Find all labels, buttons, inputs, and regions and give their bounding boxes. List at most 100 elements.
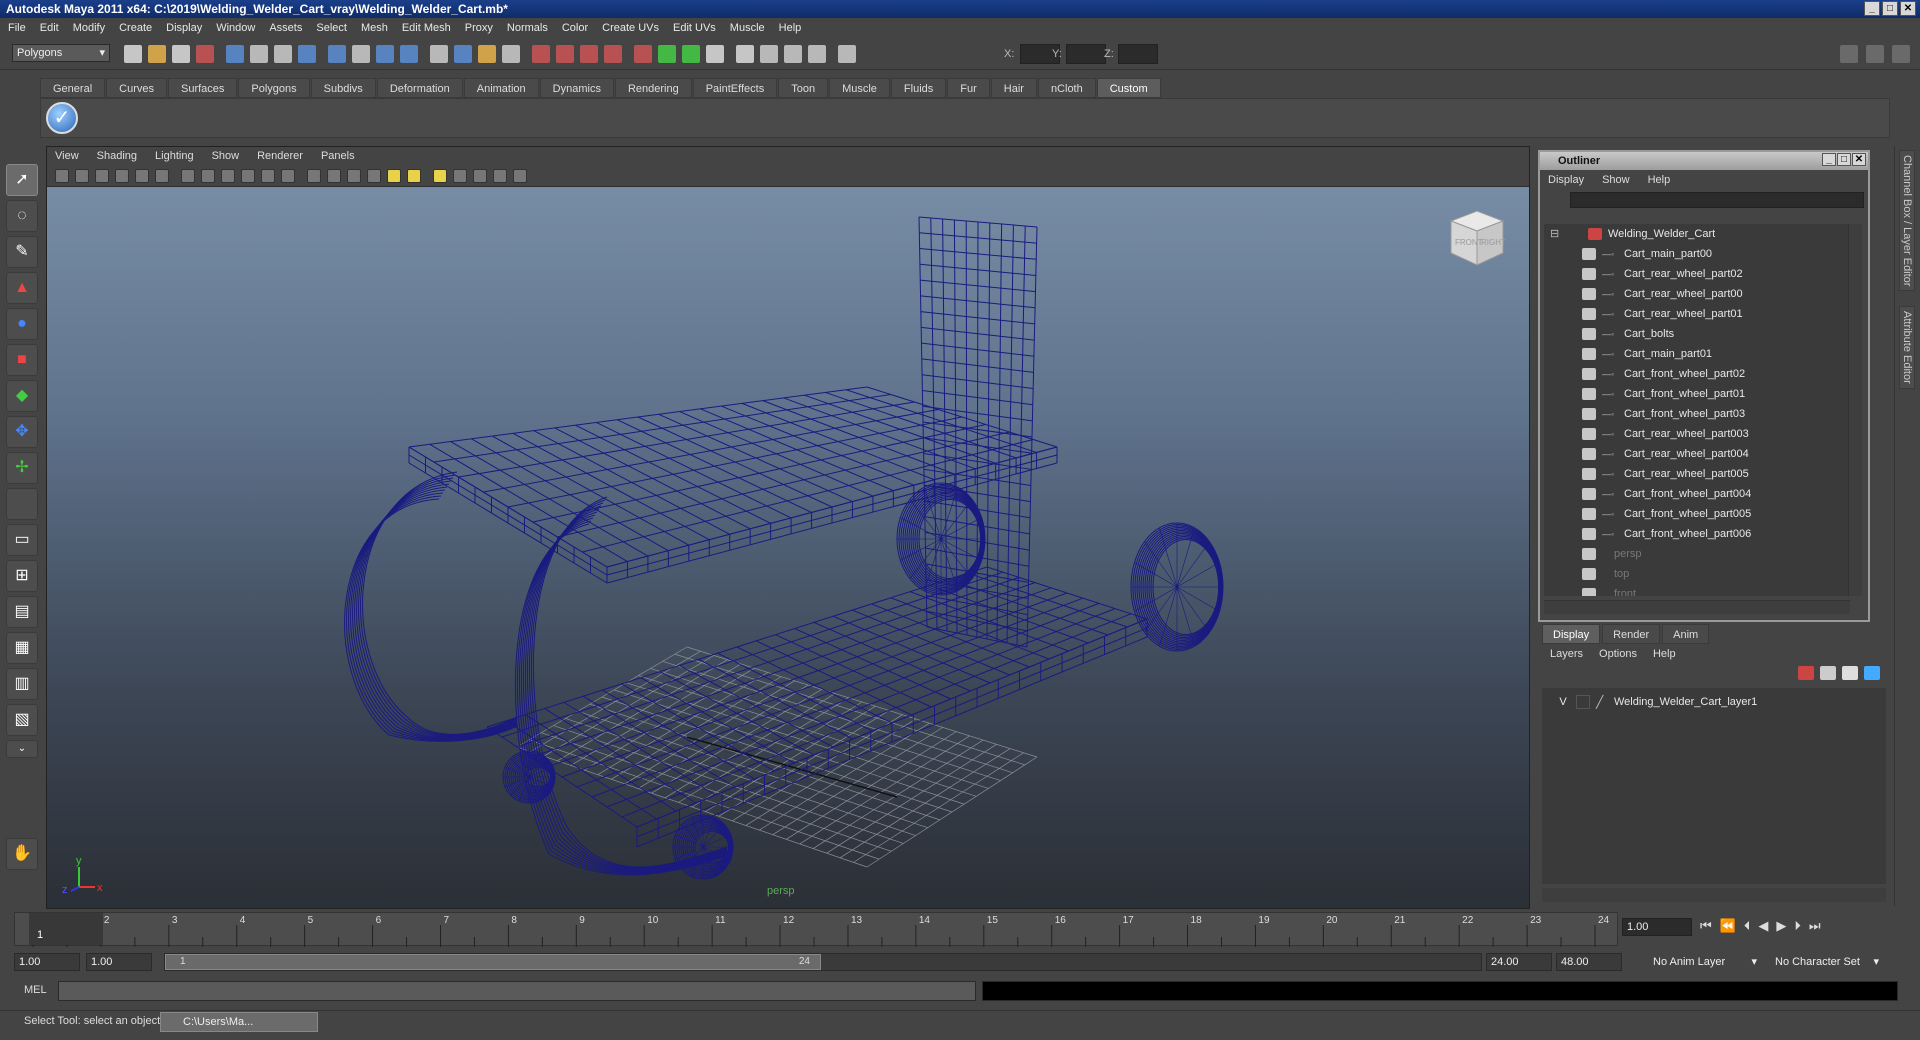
outliner-vertical-scrollbar[interactable] <box>1848 224 1862 596</box>
render-settings-icon[interactable] <box>580 45 598 63</box>
minimize-button[interactable]: _ <box>1864 1 1880 16</box>
layer-row[interactable]: V ╱ Welding_Welder_Cart_layer1 <box>1546 692 1882 712</box>
hypershade-icon[interactable] <box>604 45 622 63</box>
menu-modify[interactable]: Modify <box>73 22 105 34</box>
menu-color[interactable]: Color <box>562 22 588 34</box>
soft-mod-tool-icon[interactable]: ✥ <box>6 416 38 448</box>
select-component-icon[interactable] <box>250 45 268 63</box>
go-to-start-icon[interactable]: ⏮ <box>1700 918 1712 938</box>
outliner-child-item[interactable]: —◦ Cart_main_part01 <box>1544 344 1850 364</box>
snap-plane-icon[interactable] <box>376 45 394 63</box>
snap-point-icon[interactable] <box>352 45 370 63</box>
step-forward-frame-icon[interactable]: ⏵ <box>1794 918 1801 938</box>
dope-sheet-icon[interactable] <box>736 45 754 63</box>
playback-start-field[interactable]: 1.00 <box>86 953 152 971</box>
outliner-camera-item[interactable]: front <box>1544 584 1850 596</box>
menu-create-uvs[interactable]: Create UVs <box>602 22 659 34</box>
outliner-menu-display[interactable]: Display <box>1548 170 1584 190</box>
shade-wire-icon[interactable] <box>347 169 361 183</box>
outliner-close-button[interactable]: ✕ <box>1852 153 1866 166</box>
outliner-child-item[interactable]: —◦ Cart_front_wheel_part005 <box>1544 504 1850 524</box>
grid-icon[interactable] <box>181 169 195 183</box>
textured-icon[interactable] <box>367 169 381 183</box>
viewport-menu-view[interactable]: View <box>55 147 79 165</box>
hypergraph-icon[interactable] <box>658 45 676 63</box>
outliner-child-item[interactable]: —◦ Cart_rear_wheel_part003 <box>1544 424 1850 444</box>
outliner-child-item[interactable]: —◦ Cart_front_wheel_part004 <box>1544 484 1850 504</box>
shelf-tab-subdivs[interactable]: Subdivs <box>310 78 376 98</box>
shelf-tab-muscle[interactable]: Muscle <box>829 78 890 98</box>
viewport-menu-lighting[interactable]: Lighting <box>155 147 194 165</box>
outliner-minimize-button[interactable]: _ <box>1822 153 1836 166</box>
gate-mask-icon[interactable] <box>241 169 255 183</box>
open-scene-icon[interactable] <box>148 45 166 63</box>
rotate-tool-icon[interactable]: ● <box>6 308 38 340</box>
layer-visibility-toggle[interactable]: V <box>1556 692 1570 712</box>
outliner-maximize-button[interactable]: □ <box>1837 153 1851 166</box>
hypershade-layout-icon[interactable]: ▥ <box>6 668 38 700</box>
outliner-icon[interactable] <box>682 45 700 63</box>
layer-tab-display[interactable]: Display <box>1542 624 1601 644</box>
anim-layer-dropdown[interactable]: No Anim Layer ▾ <box>1648 953 1760 971</box>
shelf-tab-polygons[interactable]: Polygons <box>238 78 310 98</box>
menu-file[interactable]: File <box>8 22 26 34</box>
outliner-child-item[interactable]: —◦ Cart_rear_wheel_part01 <box>1544 304 1850 324</box>
range-bar[interactable]: 1 24 <box>164 953 1482 971</box>
shelf-tab-rendering[interactable]: Rendering <box>614 78 692 98</box>
layer-horizontal-scrollbar[interactable] <box>1542 888 1886 902</box>
resolution-gate-icon[interactable] <box>221 169 235 183</box>
z-coord-field[interactable] <box>1118 44 1158 64</box>
step-back-key-icon[interactable]: ⏪ <box>1720 918 1736 938</box>
outliner-menu-help[interactable]: Help <box>1648 170 1671 190</box>
collapse-icon[interactable]: ⊟ <box>1550 224 1559 244</box>
menu-assets[interactable]: Assets <box>269 22 302 34</box>
current-frame-field[interactable]: 1.00 <box>1622 918 1692 936</box>
lights-selected-icon[interactable] <box>433 169 447 183</box>
safe-action-icon[interactable] <box>281 169 295 183</box>
shelf-tab-surfaces[interactable]: Surfaces <box>167 78 238 98</box>
mel-label[interactable]: MEL <box>24 984 47 996</box>
outliner-filter-field[interactable] <box>1570 192 1864 208</box>
input-ops-icon[interactable] <box>454 45 472 63</box>
menu-normals[interactable]: Normals <box>507 22 548 34</box>
menu-set-dropdown[interactable]: Polygons ▾ <box>12 44 110 62</box>
outliner-horizontal-scrollbar[interactable] <box>1544 600 1850 614</box>
snap-curve-icon[interactable] <box>328 45 346 63</box>
close-button[interactable]: ✕ <box>1900 1 1916 16</box>
outliner-child-item[interactable]: —◦ Cart_rear_wheel_part005 <box>1544 464 1850 484</box>
menu-select[interactable]: Select <box>316 22 347 34</box>
layout-menu-icon[interactable]: ⌄ <box>6 740 38 758</box>
isolate-select-icon[interactable] <box>473 169 487 183</box>
viewport-menu-panels[interactable]: Panels <box>321 147 355 165</box>
select-hierarchy-icon[interactable] <box>196 45 214 63</box>
mel-input[interactable] <box>58 981 976 1001</box>
film-gate-icon[interactable] <box>201 169 215 183</box>
outliner-child-item[interactable]: —◦ Cart_rear_wheel_part00 <box>1544 284 1850 304</box>
y-coord-field[interactable] <box>1066 44 1106 64</box>
shelf-tab-dynamics[interactable]: Dynamics <box>539 78 614 98</box>
shelf-tab-custom[interactable]: Custom <box>1096 78 1161 98</box>
shelf-tab-fluids[interactable]: Fluids <box>890 78 947 98</box>
select-tool-icon[interactable]: ➚ <box>6 164 38 196</box>
shelf-tab-ncloth[interactable]: nCloth <box>1037 78 1096 98</box>
script-editor-task-button[interactable]: C:\Users\Ma... <box>160 1012 318 1032</box>
outliner-list[interactable]: ⊟ Welding_Welder_Cart —◦ Cart_main_part00 —◦… <box>1544 224 1850 596</box>
menu-help[interactable]: Help <box>779 22 802 34</box>
layer-template-toggle[interactable] <box>1576 695 1590 709</box>
shadows-icon[interactable] <box>453 169 467 183</box>
manipulator-tool-icon[interactable]: ◆ <box>6 380 38 412</box>
shelf-tab-toon[interactable]: Toon <box>778 78 829 98</box>
channel-box-toggle-icon[interactable] <box>1840 45 1858 63</box>
wireframe-icon[interactable] <box>307 169 321 183</box>
layer-tab-render[interactable]: Render <box>1602 624 1661 644</box>
maximize-button[interactable]: □ <box>1882 1 1898 16</box>
shelf-tab-hair[interactable]: Hair <box>990 78 1037 98</box>
menu-create[interactable]: Create <box>119 22 152 34</box>
viewport-menu-show[interactable]: Show <box>212 147 240 165</box>
four-pane-layout-icon[interactable]: ⊞ <box>6 560 38 592</box>
new-layer-icon[interactable] <box>1798 666 1814 680</box>
outliner-child-item[interactable]: —◦ Cart_rear_wheel_part02 <box>1544 264 1850 284</box>
save-scene-icon[interactable] <box>172 45 190 63</box>
bookmark-icon[interactable] <box>95 169 109 183</box>
tool-settings-toggle-icon[interactable] <box>1892 45 1910 63</box>
